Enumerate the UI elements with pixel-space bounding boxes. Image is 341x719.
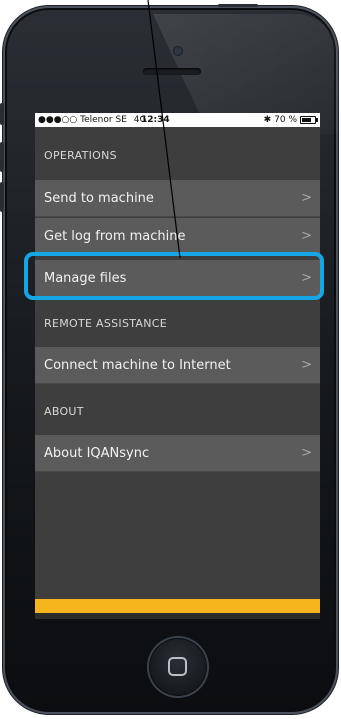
menu-item-label: Connect machine to Internet — [44, 357, 231, 373]
menu-item-label: Send to machine — [44, 190, 154, 206]
earpiece-speaker — [143, 68, 201, 75]
status-time: 12:34 — [141, 115, 170, 125]
menu-item-connect-machine-to-internet[interactable]: Connect machine to Internet > — [35, 347, 320, 384]
menu-item-get-log-from-machine[interactable]: Get log from machine > — [35, 218, 320, 255]
mute-switch — [0, 103, 4, 125]
app-screen: ●●●○○ Telenor SE 4G 12:34 ✱ 70 % OPERATI… — [35, 113, 320, 619]
volume-down-button — [0, 182, 4, 212]
power-button — [218, 4, 258, 7]
chevron-right-icon: > — [301, 445, 312, 461]
highlight-callout — [24, 252, 324, 300]
section-header-about: ABOUT — [44, 405, 84, 418]
home-button[interactable] — [147, 636, 209, 698]
chevron-right-icon: > — [301, 357, 312, 373]
volume-up-button — [0, 142, 4, 172]
carrier-name: ●●●○○ Telenor SE — [38, 115, 127, 125]
accent-bar — [35, 599, 320, 613]
carrier-signal: ●●●○○ Telenor SE 4G — [38, 113, 146, 127]
chevron-right-icon: > — [301, 228, 312, 244]
stage: ●●●○○ Telenor SE 4G 12:34 ✱ 70 % OPERATI… — [0, 0, 341, 719]
battery-icon — [300, 116, 318, 124]
home-button-icon — [168, 657, 187, 676]
battery-percent: 70 % — [274, 115, 297, 125]
status-bar: ●●●○○ Telenor SE 4G 12:34 ✱ 70 % — [35, 113, 320, 127]
menu-item-send-to-machine[interactable]: Send to machine > — [35, 180, 320, 217]
bluetooth-icon: ✱ — [263, 115, 272, 125]
status-right: ✱ 70 % — [263, 113, 318, 127]
chevron-right-icon: > — [301, 190, 312, 206]
menu-item-label: Get log from machine — [44, 228, 186, 244]
menu-item-about-iqansync[interactable]: About IQANsync > — [35, 435, 320, 472]
front-camera — [174, 47, 182, 55]
section-header-operations: OPERATIONS — [44, 149, 117, 162]
menu-item-label: About IQANsync — [44, 445, 150, 461]
section-header-remote-assistance: REMOTE ASSISTANCE — [44, 317, 167, 330]
bottom-strip — [35, 613, 320, 619]
